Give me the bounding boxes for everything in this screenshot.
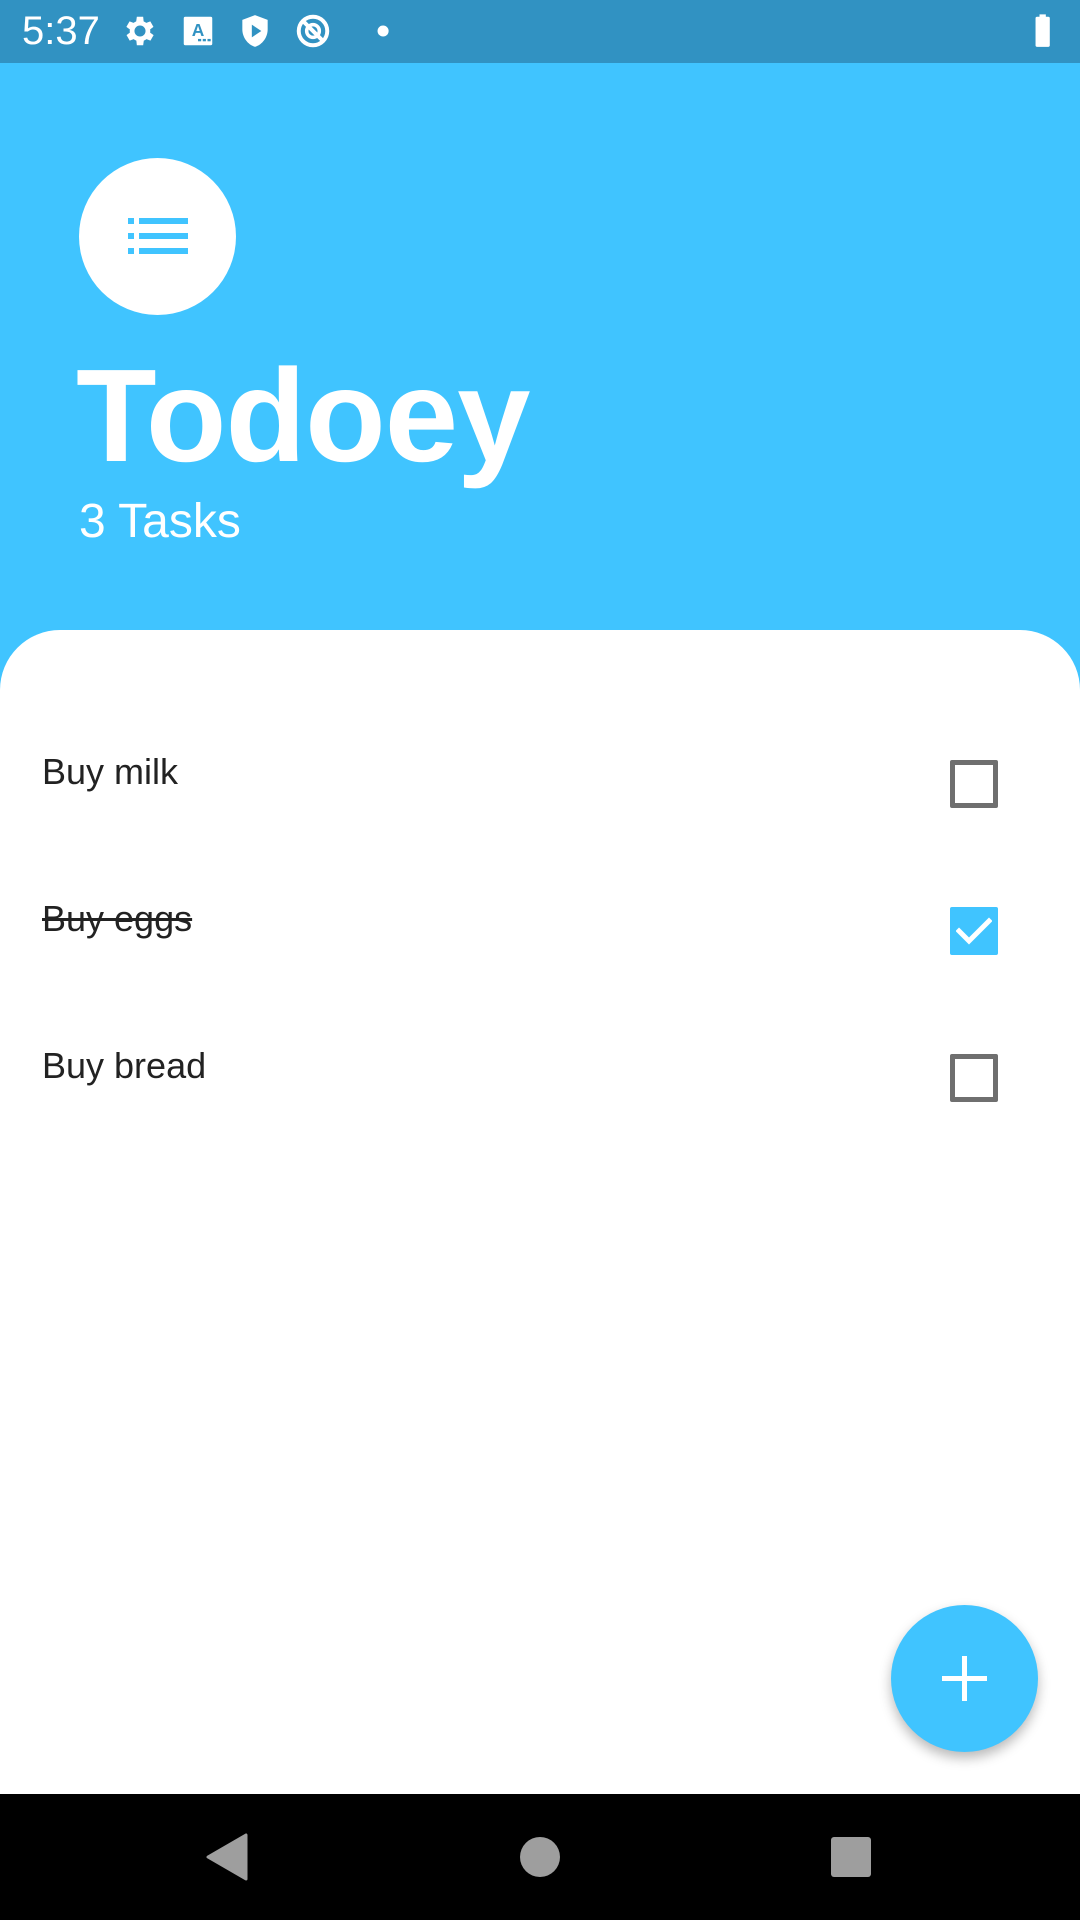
app-title: Todoey xyxy=(76,342,531,489)
recents-icon[interactable] xyxy=(821,1827,881,1887)
no-sync-icon xyxy=(294,12,332,50)
task-label: Buy bread xyxy=(42,1045,207,1086)
status-time: 5:37 xyxy=(22,9,100,53)
play-shield-icon xyxy=(236,12,274,50)
app-avatar xyxy=(79,158,236,315)
task-count: 3 Tasks xyxy=(79,495,241,548)
home-icon[interactable] xyxy=(510,1827,570,1887)
add-task-button[interactable] xyxy=(891,1605,1038,1752)
task-label: Buy milk xyxy=(42,751,179,792)
navigation-bar xyxy=(0,1794,1080,1920)
back-icon[interactable] xyxy=(196,1827,256,1887)
check-icon xyxy=(956,917,992,945)
plus-icon xyxy=(942,1656,987,1701)
battery-icon xyxy=(1030,12,1068,50)
text-a-icon: A xyxy=(179,12,217,50)
task-checkbox[interactable] xyxy=(950,760,998,808)
task-checkbox[interactable] xyxy=(950,1054,998,1102)
todoey-screen: 5:37 A Todoey 3 Tasks Buy milk Buy eggs … xyxy=(0,0,1080,1920)
list-icon xyxy=(128,218,188,254)
task-label: Buy eggs xyxy=(42,898,193,939)
task-item-buy-bread[interactable]: Buy bread xyxy=(0,1020,1080,1140)
task-item-buy-eggs[interactable]: Buy eggs xyxy=(0,873,1080,993)
svg-text:A: A xyxy=(192,20,205,40)
status-bar: 5:37 A xyxy=(0,0,1080,63)
header: Todoey 3 Tasks xyxy=(0,63,1080,663)
gear-icon xyxy=(121,12,159,50)
task-item-buy-milk[interactable]: Buy milk xyxy=(0,726,1080,846)
task-checkbox[interactable] xyxy=(950,907,998,955)
task-list: Buy milk Buy eggs Buy bread xyxy=(0,630,1080,1794)
dot-icon xyxy=(353,12,391,50)
